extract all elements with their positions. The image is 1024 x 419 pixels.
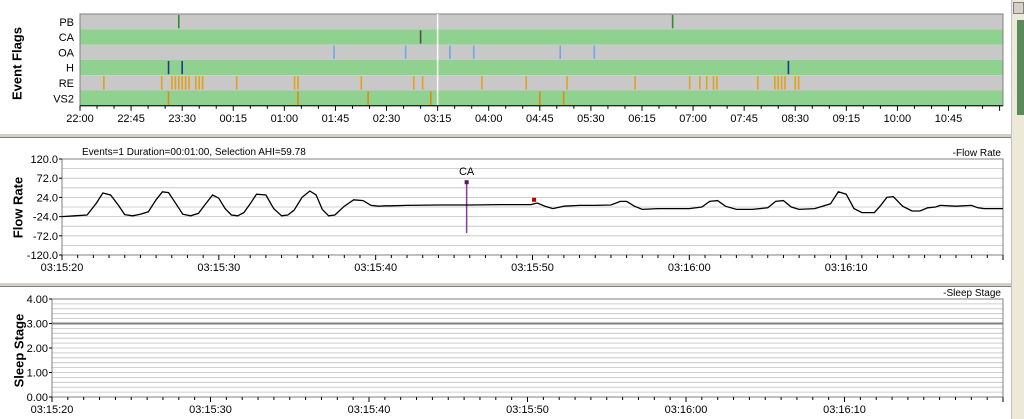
flags-tick-label: 01:00 [271,113,299,125]
event-marker-label: CA [459,166,475,178]
x-tick-label: 03:15:30 [197,262,240,274]
y-tick-label: 0.00 [27,392,48,404]
x-tick-label: 03:15:40 [348,404,391,416]
y-tick-label: 24.0 [37,192,58,204]
flag-row-ca [80,29,1003,45]
scroll-up-button[interactable] [1013,2,1024,14]
flow-rate-chart[interactable]: 120.0 72.0 24.0 -24.0 -72.0 -120.003:15:20 03:… [0,138,1011,282]
flags-tick-label: 22:00 [66,113,94,125]
y-tick-label: -120.0 [27,250,58,262]
x-tick-label: 03:15:20 [31,404,74,416]
y-tick-label: 120.0 [30,154,58,166]
flags-tick-label: 22:45 [117,113,145,125]
x-tick-label: 03:16:10 [825,262,868,274]
flag-row-re [80,75,1003,91]
sleep-stage-chart[interactable]: 4.00 3.00 2.00 1.00 0.0003:15:20 03:15:30 03:1… [0,287,1011,419]
flags-tick-label: 05:30 [577,113,605,125]
flag-label-pb: PB [59,17,74,29]
flag-row-h [80,59,1003,76]
flag-label-vs2: VS2 [53,93,74,105]
x-tick-label: 03:16:00 [668,262,711,274]
flow-rate-panel: Flow Rate 120.0 72.0 24.0 -24.0 -72.0 -120.0 0… [0,138,1011,282]
flags-tick-label: 23:30 [168,113,196,125]
y-tick-label: -24.0 [33,212,58,224]
x-tick-label: 03:15:40 [354,262,397,274]
flags-tick-label: 09:15 [833,113,861,125]
small-event-marker [532,197,537,202]
event-flags-panel: Event Flags PB CA OA H RE VS2 22:00 22:45 23:30 0… [0,0,1011,133]
event-marker-head [464,180,469,185]
flag-label-re: RE [59,78,74,90]
flags-tick-label: 10:00 [884,113,912,125]
y-tick-label: 72.0 [37,173,58,185]
event-flags-chart[interactable]: PB CA OA H RE VS2 22:00 22:45 23:30 00:15 01:00 01:… [0,0,1011,133]
flags-tick-label: 07:00 [679,113,707,125]
legend-label: -Sleep Stage [943,288,1001,299]
y-tick-label: -72.0 [33,231,58,243]
flags-tick-label: 00:15 [220,113,248,125]
x-tick-label: 03:16:00 [665,404,708,416]
flag-row-vs2 [80,90,1003,106]
x-tick-label: 03:15:30 [189,404,232,416]
y-tick-label: 3.00 [27,319,48,331]
flags-tick-label: 02:30 [373,113,401,125]
y-tick-label: 4.00 [27,294,48,306]
flags-tick-label: 10:45 [935,113,963,125]
flag-label-h: H [66,63,74,75]
x-tick-label: 03:15:20 [41,262,84,274]
sleep-stage-panel: Sleep Stage 4.00 3.00 2.00 1.00 0.00 03:15:20… [0,287,1011,419]
flags-tick-label: 08:30 [781,113,809,125]
flags-tick-label: 03:15 [424,113,452,125]
flag-row-oa [80,44,1003,60]
flags-tick-label: 04:00 [475,113,503,125]
flag-label-ca: CA [59,32,75,44]
y-tick-label: 2.00 [27,343,48,355]
legend-label: -Flow Rate [953,148,1002,159]
y-tick-label: 1.00 [27,368,48,380]
flag-label-oa: OA [58,47,75,59]
flags-tick-label: 04:45 [526,113,554,125]
flags-tick-label: 01:45 [322,113,350,125]
info-text: Events=1 Duration=00:01:00, Selection AH… [82,147,306,158]
flags-tick-label: 06:15 [628,113,656,125]
flag-row-pb [80,14,1003,30]
x-tick-label: 03:15:50 [506,404,549,416]
x-tick-label: 03:15:50 [511,262,554,274]
flags-tick-label: 07:45 [730,113,758,125]
x-tick-label: 03:16:10 [823,404,866,416]
scrollbar-thumb[interactable] [1017,20,1024,115]
